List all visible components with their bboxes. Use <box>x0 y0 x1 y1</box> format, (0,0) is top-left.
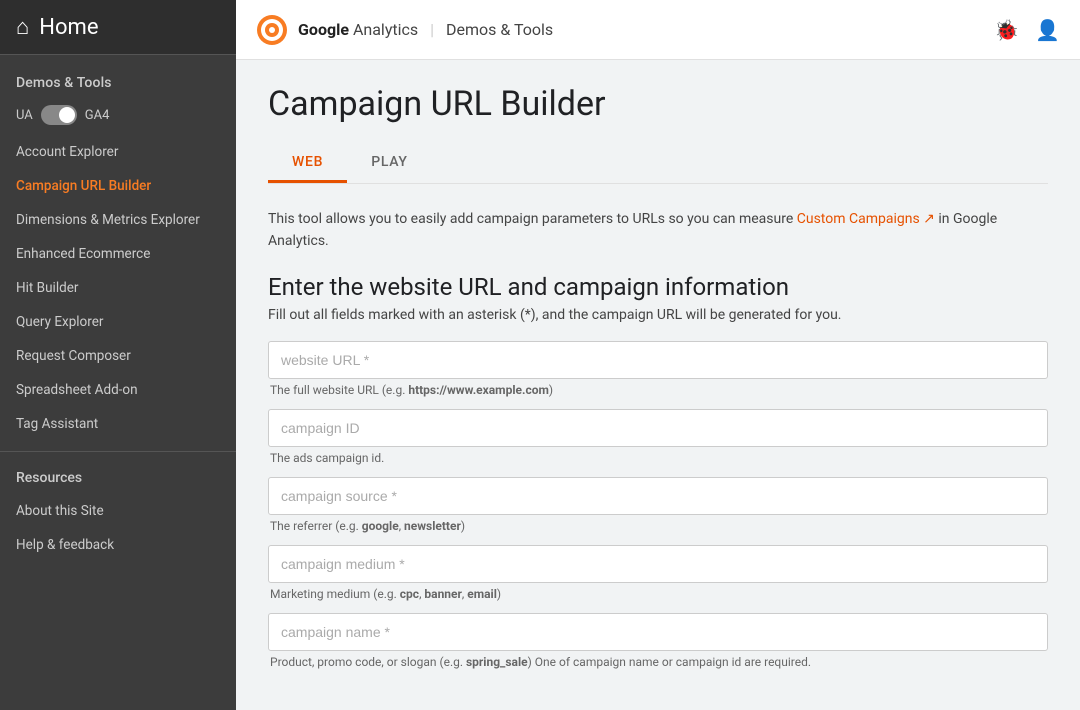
campaign-source-hint: The referrer (e.g. google, newsletter) <box>268 519 1048 533</box>
brand-text: Google Analytics | Demos & Tools <box>298 20 553 39</box>
campaign-medium-input[interactable] <box>268 545 1048 583</box>
home-icon: ⌂ <box>16 14 29 40</box>
form-section-subtitle: Fill out all fields marked with an aster… <box>268 307 1048 323</box>
demos-tools-title: Demos & Tools <box>0 55 236 99</box>
tab-play[interactable]: PLAY <box>347 144 431 183</box>
main-content: Google Analytics | Demos & Tools 🐞 👤 Cam… <box>236 0 1080 710</box>
ua-ga4-toggle[interactable] <box>41 105 77 125</box>
sidebar-divider <box>0 451 236 452</box>
brand-pipe: | <box>430 20 434 39</box>
brand-area: Google Analytics | Demos & Tools <box>256 14 553 46</box>
campaign-id-input[interactable] <box>268 409 1048 447</box>
campaign-id-group: The ads campaign id. <box>268 409 1048 465</box>
website-url-hint: The full website URL (e.g. https://www.e… <box>268 383 1048 397</box>
bug-icon[interactable]: 🐞 <box>994 18 1019 42</box>
home-label: Home <box>39 15 98 40</box>
website-url-input[interactable] <box>268 341 1048 379</box>
ga4-label: GA4 <box>85 108 110 123</box>
sidebar-item-about-this-site[interactable]: About this Site <box>0 494 236 528</box>
ua-ga4-toggle-row: UA GA4 <box>0 99 236 135</box>
page-title: Campaign URL Builder <box>268 84 1048 124</box>
sidebar-item-query-explorer[interactable]: Query Explorer <box>0 305 236 339</box>
sidebar-item-request-composer[interactable]: Request Composer <box>0 339 236 373</box>
tab-web[interactable]: WEB <box>268 144 347 183</box>
campaign-id-hint: The ads campaign id. <box>268 451 1048 465</box>
form-section-title: Enter the website URL and campaign infor… <box>268 273 1048 301</box>
toggle-knob <box>59 107 75 123</box>
sidebar-item-tag-assistant[interactable]: Tag Assistant <box>0 407 236 441</box>
ga-logo <box>256 14 288 46</box>
website-url-group: The full website URL (e.g. https://www.e… <box>268 341 1048 397</box>
page-content: Campaign URL Builder WEB PLAY This tool … <box>236 60 1080 710</box>
sidebar-item-spreadsheet-add-on[interactable]: Spreadsheet Add-on <box>0 373 236 407</box>
sidebar-item-account-explorer[interactable]: Account Explorer <box>0 135 236 169</box>
top-header: Google Analytics | Demos & Tools 🐞 👤 <box>236 0 1080 60</box>
resources-title: Resources <box>0 462 236 494</box>
campaign-medium-hint: Marketing medium (e.g. cpc, banner, emai… <box>268 587 1048 601</box>
description: This tool allows you to easily add campa… <box>268 208 1048 253</box>
header-icons: 🐞 👤 <box>994 18 1060 42</box>
campaign-source-group: The referrer (e.g. google, newsletter) <box>268 477 1048 533</box>
campaign-medium-group: Marketing medium (e.g. cpc, banner, emai… <box>268 545 1048 601</box>
home-nav[interactable]: ⌂ Home <box>0 0 236 55</box>
sidebar-item-dimensions-metrics[interactable]: Dimensions & Metrics Explorer <box>0 203 236 237</box>
account-icon[interactable]: 👤 <box>1035 18 1060 42</box>
ua-label: UA <box>16 108 33 123</box>
sidebar: ⌂ Home Demos & Tools UA GA4 Account Expl… <box>0 0 236 710</box>
sidebar-item-help-feedback[interactable]: Help & feedback <box>0 528 236 562</box>
custom-campaigns-link[interactable]: Custom Campaigns ↗ <box>797 211 935 227</box>
sidebar-item-enhanced-ecommerce[interactable]: Enhanced Ecommerce <box>0 237 236 271</box>
sidebar-item-campaign-url-builder[interactable]: Campaign URL Builder <box>0 169 236 203</box>
campaign-name-group: Product, promo code, or slogan (e.g. spr… <box>268 613 1048 669</box>
campaign-name-hint: Product, promo code, or slogan (e.g. spr… <box>268 655 1048 669</box>
tabs: WEB PLAY <box>268 144 1048 184</box>
campaign-name-input[interactable] <box>268 613 1048 651</box>
sidebar-item-hit-builder[interactable]: Hit Builder <box>0 271 236 305</box>
campaign-source-input[interactable] <box>268 477 1048 515</box>
